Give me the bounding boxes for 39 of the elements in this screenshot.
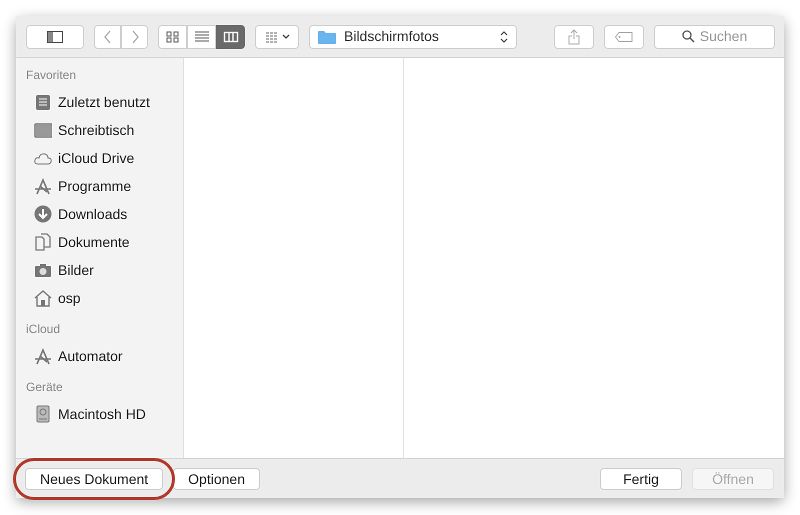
list-view-icon — [194, 30, 210, 44]
caret-icon — [282, 34, 290, 40]
dialog-button[interactable]: Fertig — [600, 468, 682, 490]
dialog-button[interactable]: Optionen — [173, 468, 260, 490]
sidebar-icon — [47, 30, 63, 42]
camera-icon — [34, 261, 52, 279]
sidebar-item[interactable]: Bilder — [26, 256, 183, 284]
desktop-icon — [34, 121, 52, 139]
sidebar-item[interactable]: Dokumente — [26, 228, 183, 256]
sidebar-item[interactable]: Automator — [26, 342, 183, 370]
tag-icon — [615, 32, 633, 42]
recents-icon — [34, 93, 52, 111]
sidebar-item[interactable]: iCloud Drive — [26, 144, 183, 172]
search-icon — [682, 30, 695, 43]
sidebar-section-heading: Favoriten — [26, 67, 78, 84]
app-store-icon — [34, 177, 52, 195]
sidebar-section-heading: Geräte — [26, 379, 64, 396]
sidebar-item[interactable]: Schreibtisch — [26, 116, 183, 144]
sidebar-item[interactable]: Downloads — [26, 200, 183, 228]
location-dropdown[interactable]: Bildschirmfotos — [309, 24, 517, 48]
sidebar-item[interactable]: Macintosh HD — [26, 400, 183, 428]
sidebar-item[interactable]: Zuletzt benutzt — [26, 88, 183, 116]
arrange-button[interactable] — [255, 24, 299, 48]
download-icon — [34, 205, 52, 223]
sidebar-toggle-button[interactable] — [26, 24, 84, 48]
dialog-button[interactable]: Neues Dokument — [25, 468, 164, 490]
share-icon — [568, 28, 580, 44]
sidebar-item[interactable]: osp — [26, 284, 183, 312]
app-store-icon — [34, 347, 52, 365]
view-button[interactable] — [216, 24, 245, 48]
house-icon — [34, 289, 52, 307]
document-icon — [34, 233, 52, 251]
grid-icon — [264, 30, 278, 42]
folder-icon — [318, 30, 336, 44]
updown-icon — [500, 30, 508, 42]
sidebar-section-heading: iCloud — [26, 321, 62, 338]
sidebar-item[interactable]: Programme — [26, 172, 183, 200]
columns-view-icon — [222, 30, 238, 44]
icons-view-icon — [164, 30, 180, 44]
